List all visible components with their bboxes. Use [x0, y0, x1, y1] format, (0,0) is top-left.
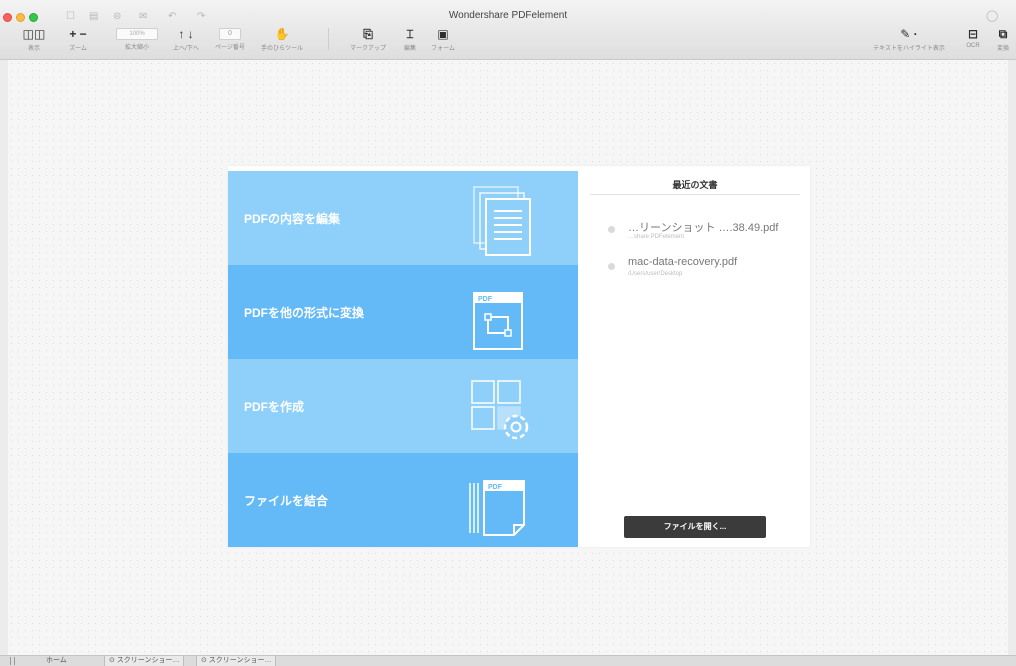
- toolbar-divider: [328, 28, 329, 50]
- recent-documents-panel: 最近の文書 …リーンショット ….38.49.pdf …share PDFele…: [590, 166, 800, 547]
- convert-button[interactable]: ⧉ 変換: [992, 27, 1014, 52]
- tile-label: PDFを作成: [244, 399, 305, 414]
- document-name: mac-data-recovery.pdf: [628, 256, 738, 268]
- highlight-icon: ✎ ·: [900, 27, 918, 41]
- recent-documents-title: 最近の文書: [672, 180, 718, 190]
- convert-icon: ⧉: [998, 27, 1008, 41]
- hand-tool-button[interactable]: ✋ 手のひらツール: [254, 27, 310, 52]
- edit-icon: ⌶: [406, 27, 414, 41]
- tile-edit-pdf[interactable]: PDFの内容を編集: [228, 171, 578, 265]
- create-pdf-icon: [471, 380, 529, 440]
- ocr-button[interactable]: ⊟ OCR: [960, 27, 986, 49]
- prev-next-buttons[interactable]: ↑ ↓ 上へ/下へ: [166, 27, 206, 52]
- page-number-input[interactable]: 0 ページ番号: [208, 27, 252, 51]
- document-path: /Users/user/Desktop: [628, 271, 683, 277]
- tile-label: PDFを他の形式に変換: [244, 305, 365, 320]
- title-bar: ☐ ▤ ⊜ ✉ ↶ ↷ Wondershare PDFelement ◯ ◫◫ …: [0, 0, 1016, 60]
- ocr-icon: ⊟: [967, 27, 979, 41]
- fullscreen-icon[interactable]: ◯: [986, 9, 998, 22]
- tab-bar: ホーム ⊙ スクリーンショー… ⊙ スクリーンショー…: [0, 655, 1016, 666]
- bullet-icon: [608, 263, 615, 270]
- pdf-badge: PDF: [488, 484, 503, 491]
- tab-document[interactable]: ⊙ スクリーンショー…: [196, 656, 277, 666]
- up-down-icon: ↑ ↓: [178, 27, 194, 41]
- combine-files-icon: PDF: [469, 480, 525, 536]
- edit-button[interactable]: ⌶ 編集: [398, 27, 422, 52]
- bullet-icon: [608, 226, 615, 233]
- sidebar-toggle-icon: ◫◫: [22, 27, 46, 41]
- tab-home[interactable]: ホーム: [42, 656, 71, 666]
- highlight-text-button[interactable]: ✎ · テキストをハイライト表示: [862, 27, 956, 52]
- convert-pdf-icon: PDF: [473, 292, 523, 350]
- tile-combine-files[interactable]: ファイルを結合 PDF: [228, 453, 578, 547]
- markup-button[interactable]: ⎘ マークアップ: [343, 27, 393, 52]
- form-icon: ▣: [437, 27, 449, 41]
- form-button[interactable]: ▣ フォーム: [426, 27, 460, 52]
- zoom-icon: + −: [69, 27, 87, 41]
- hand-icon: ✋: [274, 27, 290, 41]
- page-number-field[interactable]: 0: [219, 28, 241, 40]
- zoom-buttons[interactable]: + − ズーム: [58, 27, 98, 52]
- zoom-level-select[interactable]: 100% 拡大縮小: [112, 27, 162, 51]
- document-name: …リーンショット ….38.49.pdf: [628, 222, 779, 234]
- tile-label: PDFの内容を編集: [244, 211, 341, 226]
- markup-icon: ⎘: [363, 27, 373, 41]
- edit-document-icon: [473, 186, 531, 256]
- zoom-level-field[interactable]: 100%: [116, 28, 158, 40]
- tile-create-pdf[interactable]: PDFを作成: [228, 359, 578, 453]
- divider: [590, 194, 800, 195]
- open-file-button[interactable]: ファイルを開く...: [624, 516, 766, 538]
- tab-document[interactable]: ⊙ スクリーンショー…: [104, 656, 185, 666]
- window-title: Wondershare PDFelement: [448, 10, 568, 21]
- tile-convert-pdf[interactable]: PDFを他の形式に変換 PDF: [228, 265, 578, 359]
- pdf-badge: PDF: [478, 296, 493, 303]
- view-toggle-button[interactable]: ◫◫ 表示: [14, 27, 54, 52]
- tile-label: ファイルを結合: [244, 493, 329, 508]
- document-path: …share PDFelement: [628, 234, 685, 240]
- sidebar-grip-icon[interactable]: [10, 657, 15, 665]
- start-panel: PDFの内容を編集 PDFを他の形式に変換 PDF PDFを作成 ファイルを結合…: [228, 166, 810, 547]
